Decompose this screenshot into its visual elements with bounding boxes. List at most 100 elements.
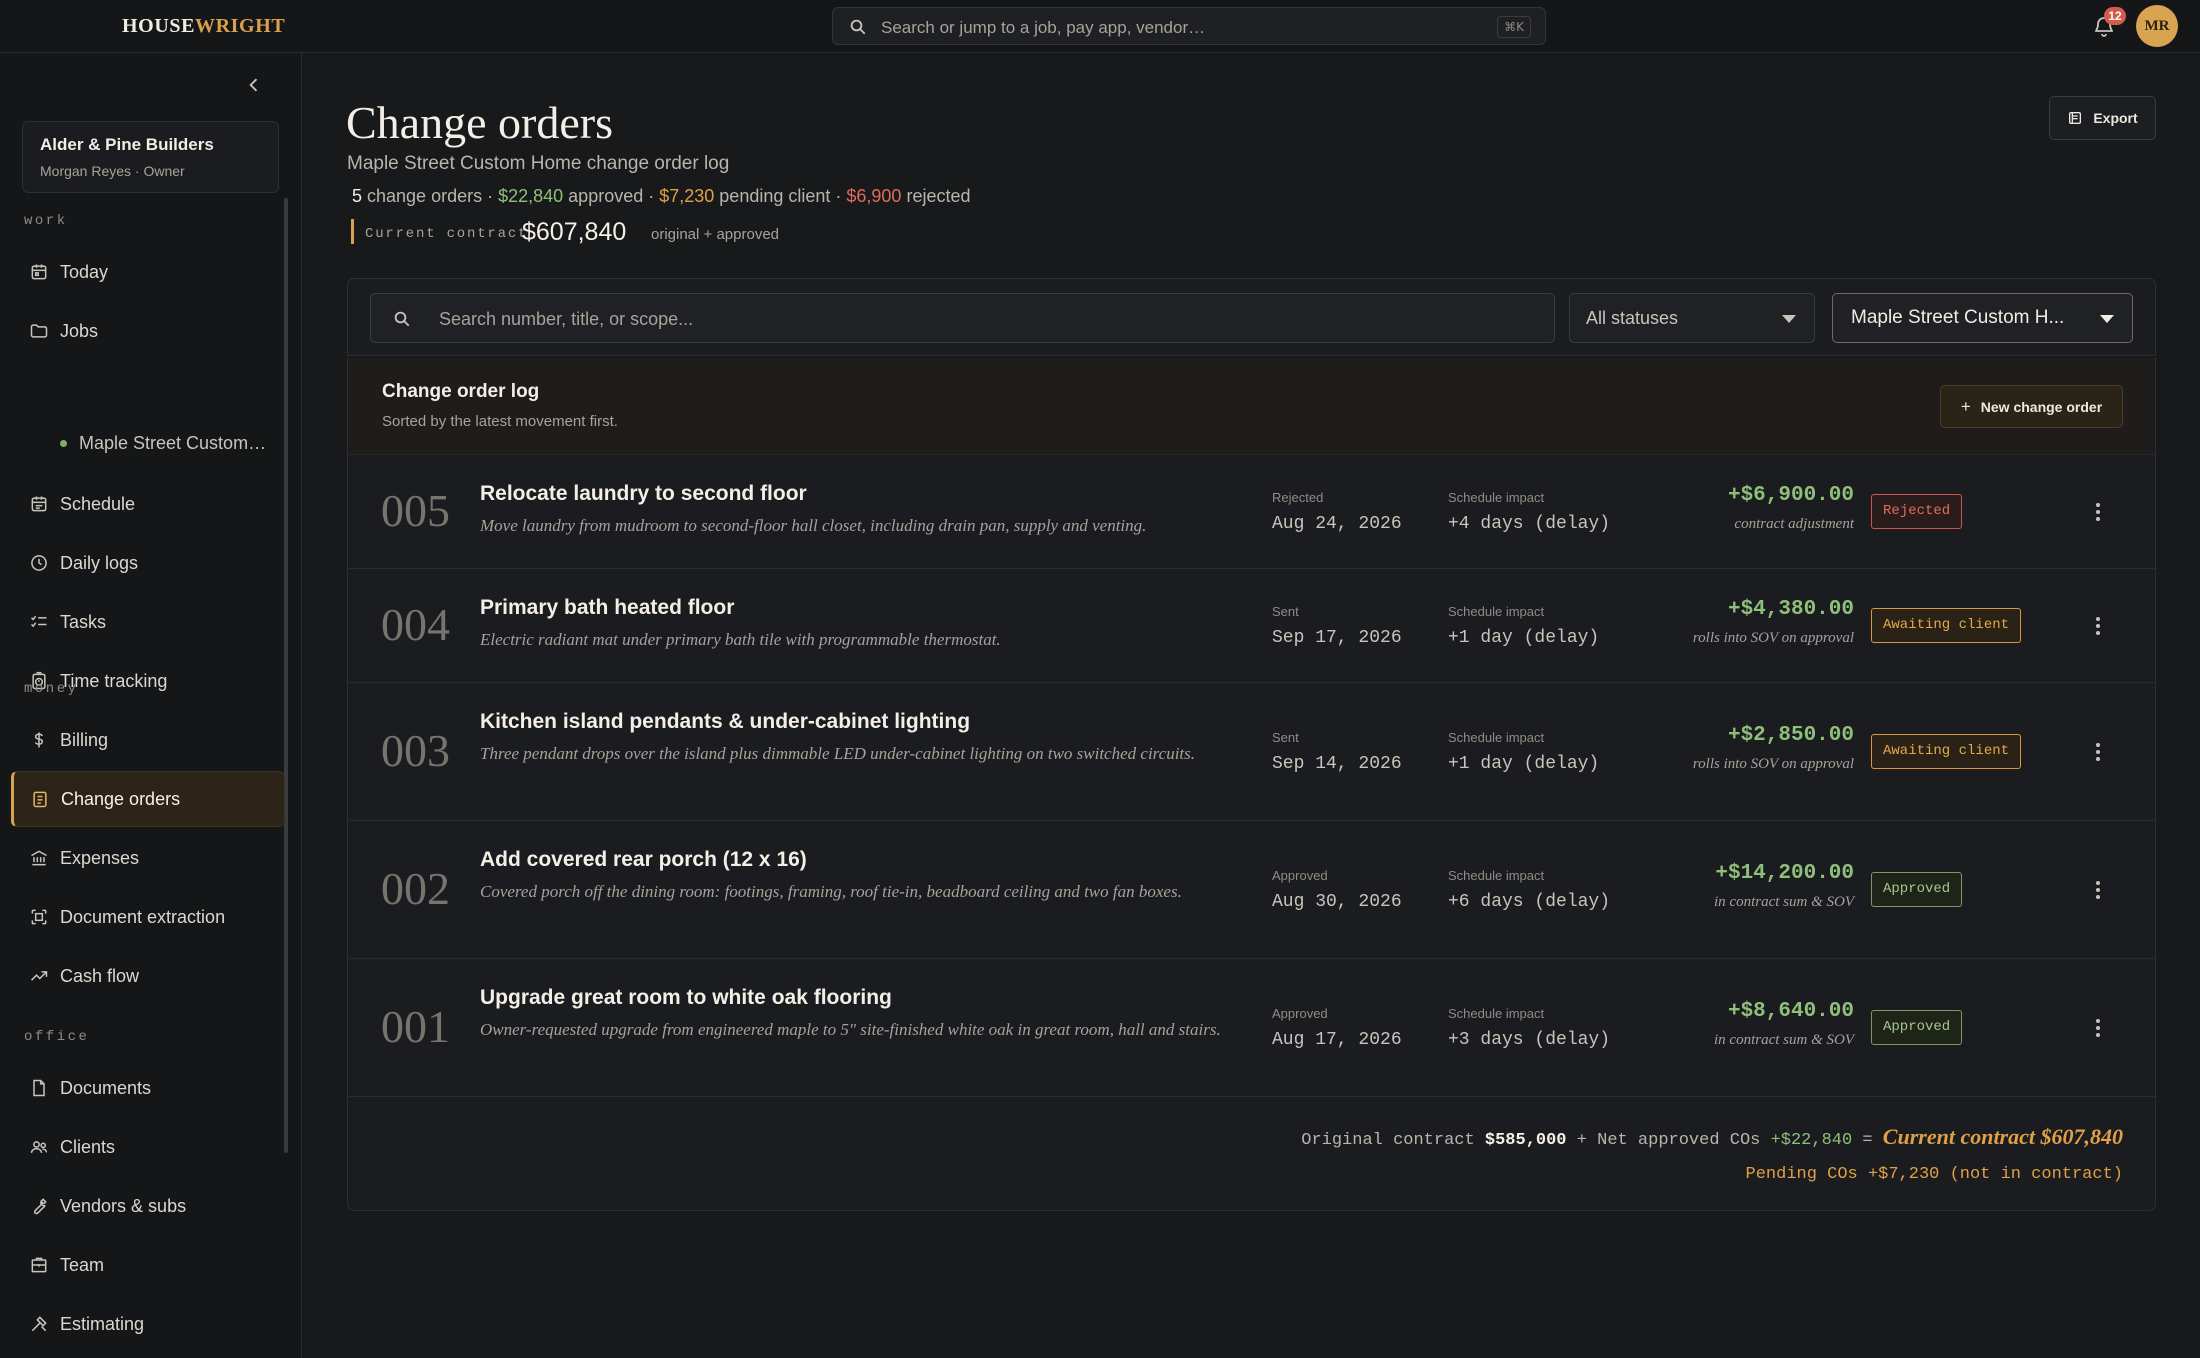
co-date: Aug 30, 2026	[1272, 892, 1402, 912]
sidebar-item-label: Billing	[60, 729, 109, 750]
clock-icon	[31, 555, 47, 571]
export-button[interactable]: Export	[2049, 96, 2156, 140]
sidebar-item-clients[interactable]: Clients	[11, 1119, 285, 1175]
sidebar-item-tasks[interactable]: Tasks	[11, 594, 285, 650]
sidebar-item-label: Today	[60, 261, 109, 282]
org-switcher[interactable]: Alder & Pine Builders Morgan Reyes · Own…	[22, 121, 279, 193]
change-order-row[interactable]: 004 Primary bath heated floor Electric r…	[348, 569, 2155, 683]
calendar-grid-icon	[31, 496, 47, 512]
user-avatar[interactable]: MR	[2136, 5, 2178, 47]
sidebar-item-document-extraction[interactable]: Document extraction	[11, 889, 285, 945]
sidebar-item-label: Expenses	[60, 847, 140, 868]
more-vertical-icon[interactable]	[2095, 617, 2101, 635]
co-number: 001	[381, 1001, 450, 1052]
document-icon	[33, 1079, 45, 1097]
schedule-impact-value: +1 day (delay)	[1448, 754, 1600, 774]
caret-down-icon	[2100, 315, 2114, 323]
change-order-log-card: Change order log Sorted by the latest mo…	[347, 358, 2156, 1211]
global-search-input[interactable]: Search or jump to a job, pay app, vendor…	[832, 7, 1546, 45]
schedule-impact-label: Schedule impact	[1448, 1006, 1545, 1021]
summary-approved-label: approved ·	[563, 186, 660, 206]
co-date: Sep 17, 2026	[1272, 628, 1402, 648]
schedule-impact-value: +3 days (delay)	[1448, 1030, 1611, 1050]
sidebar: Alder & Pine Builders Morgan Reyes · Own…	[0, 53, 302, 1358]
current-contract-total: Current contract $607,840	[1882, 1124, 2123, 1149]
schedule-impact-value: +4 days (delay)	[1448, 514, 1611, 534]
co-date: Sep 14, 2026	[1272, 754, 1402, 774]
more-vertical-icon[interactable]	[2095, 743, 2101, 761]
sidebar-item-label: Tasks	[60, 611, 107, 632]
export-label: Export	[2093, 110, 2138, 126]
co-amount: +$4,380.00	[1727, 598, 1854, 621]
sidebar-item-today[interactable]: Today	[11, 244, 285, 300]
change-order-search-input[interactable]: Search number, title, or scope...	[370, 293, 1555, 343]
summary-rejected-label: rejected	[901, 186, 971, 206]
sidebar-item-schedule[interactable]: Schedule	[11, 476, 285, 532]
sidebar-subitem-job[interactable]: Maple Street Custom…	[60, 433, 266, 454]
co-title: Primary bath heated floor	[480, 596, 735, 619]
co-amount-note: in contract sum & SOV	[1714, 894, 1854, 910]
chevron-left-icon[interactable]	[244, 75, 264, 95]
sidebar-item-billing[interactable]: Billing	[11, 712, 285, 768]
status-filter-select[interactable]: All statuses	[1569, 293, 1815, 343]
contract-totals-line: Original contract $585,000 + Net approve…	[1301, 1124, 2123, 1150]
more-vertical-icon[interactable]	[2095, 881, 2101, 899]
change-order-row[interactable]: 005 Relocate laundry to second floor Mov…	[348, 455, 2155, 569]
sidebar-item-label: Vendors & subs	[60, 1195, 187, 1216]
change-order-row[interactable]: 002 Add covered rear porch (12 x 16) Cov…	[348, 821, 2155, 959]
co-state: Approved	[1272, 1006, 1328, 1021]
sidebar-item-expenses[interactable]: Expenses	[11, 830, 285, 886]
dollar-icon	[34, 732, 44, 748]
job-filter-select[interactable]: Maple Street Custom H...	[1832, 293, 2133, 343]
keyboard-shortcut-hint: ⌘K	[1497, 16, 1531, 38]
checklist-icon	[30, 615, 47, 628]
status-badge: Awaiting client	[1871, 734, 2022, 769]
page-title: Change orders	[346, 97, 613, 148]
section-label-work: work	[24, 213, 68, 229]
more-vertical-icon[interactable]	[2095, 503, 2101, 521]
sidebar-item-team[interactable]: Team	[11, 1237, 285, 1293]
summary-approved-amount: $22,840	[498, 186, 564, 206]
users-icon	[30, 1141, 48, 1153]
sidebar-item-daily-logs[interactable]: Daily logs	[11, 535, 285, 591]
org-name: Alder & Pine Builders	[40, 135, 214, 154]
sidebar-item-label: Clients	[60, 1136, 116, 1157]
global-search-placeholder: Search or jump to a job, pay app, vendor…	[881, 18, 1206, 37]
change-order-row[interactable]: 003 Kitchen island pendants & under-cabi…	[348, 683, 2155, 821]
org-user: Morgan Reyes · Owner	[40, 163, 185, 179]
search-icon	[850, 19, 866, 35]
co-amount-note: rolls into SOV on approval	[1692, 756, 1854, 772]
new-change-order-button[interactable]: + New change order	[1940, 385, 2123, 428]
co-amount: +$8,640.00	[1727, 1000, 1854, 1023]
new-change-order-label: New change order	[1980, 398, 2103, 415]
logo-text-wright: WRIGHT	[195, 15, 286, 37]
summary-rejected-amount: $6,900	[846, 186, 902, 206]
co-description: Covered porch off the dining room: footi…	[480, 882, 1182, 901]
co-title: Add covered rear porch (12 x 16)	[480, 848, 807, 871]
summary-count: 5	[352, 186, 363, 206]
log-subtitle: Sorted by the latest movement first.	[382, 413, 618, 430]
original-contract-value: $585,000	[1484, 1131, 1567, 1150]
bank-icon	[31, 850, 47, 866]
contract-note: original + approved	[651, 226, 780, 243]
sidebar-item-change-orders[interactable]: Change orders	[11, 771, 285, 827]
sidebar-item-vendors[interactable]: Vendors & subs	[11, 1178, 285, 1234]
sidebar-item-cash-flow[interactable]: Cash flow	[11, 948, 285, 1004]
co-amount-note: in contract sum & SOV	[1714, 1032, 1854, 1048]
schedule-impact-label: Schedule impact	[1448, 730, 1545, 745]
more-vertical-icon[interactable]	[2095, 1019, 2101, 1037]
status-badge: Awaiting client	[1871, 608, 2022, 643]
clipboard-icon	[33, 791, 47, 808]
job-filter-value: Maple Street Custom H...	[1851, 307, 2065, 328]
change-order-row[interactable]: 001 Upgrade great room to white oak floo…	[348, 959, 2155, 1097]
log-title: Change order log	[382, 381, 540, 402]
net-approved-value: +$22,840	[1770, 1131, 1853, 1150]
app-logo[interactable]: HOUSEWRIGHT	[122, 15, 285, 38]
co-state: Sent	[1272, 604, 1299, 619]
status-badge: Approved	[1871, 1010, 1963, 1045]
sidebar-item-jobs[interactable]: Jobs	[11, 303, 285, 359]
filter-bar: Search number, title, or scope... All st…	[347, 278, 2156, 356]
notification-badge: 12	[2104, 7, 2126, 25]
sidebar-item-documents[interactable]: Documents	[11, 1060, 285, 1116]
sidebar-item-estimating[interactable]: Estimating	[11, 1296, 285, 1352]
